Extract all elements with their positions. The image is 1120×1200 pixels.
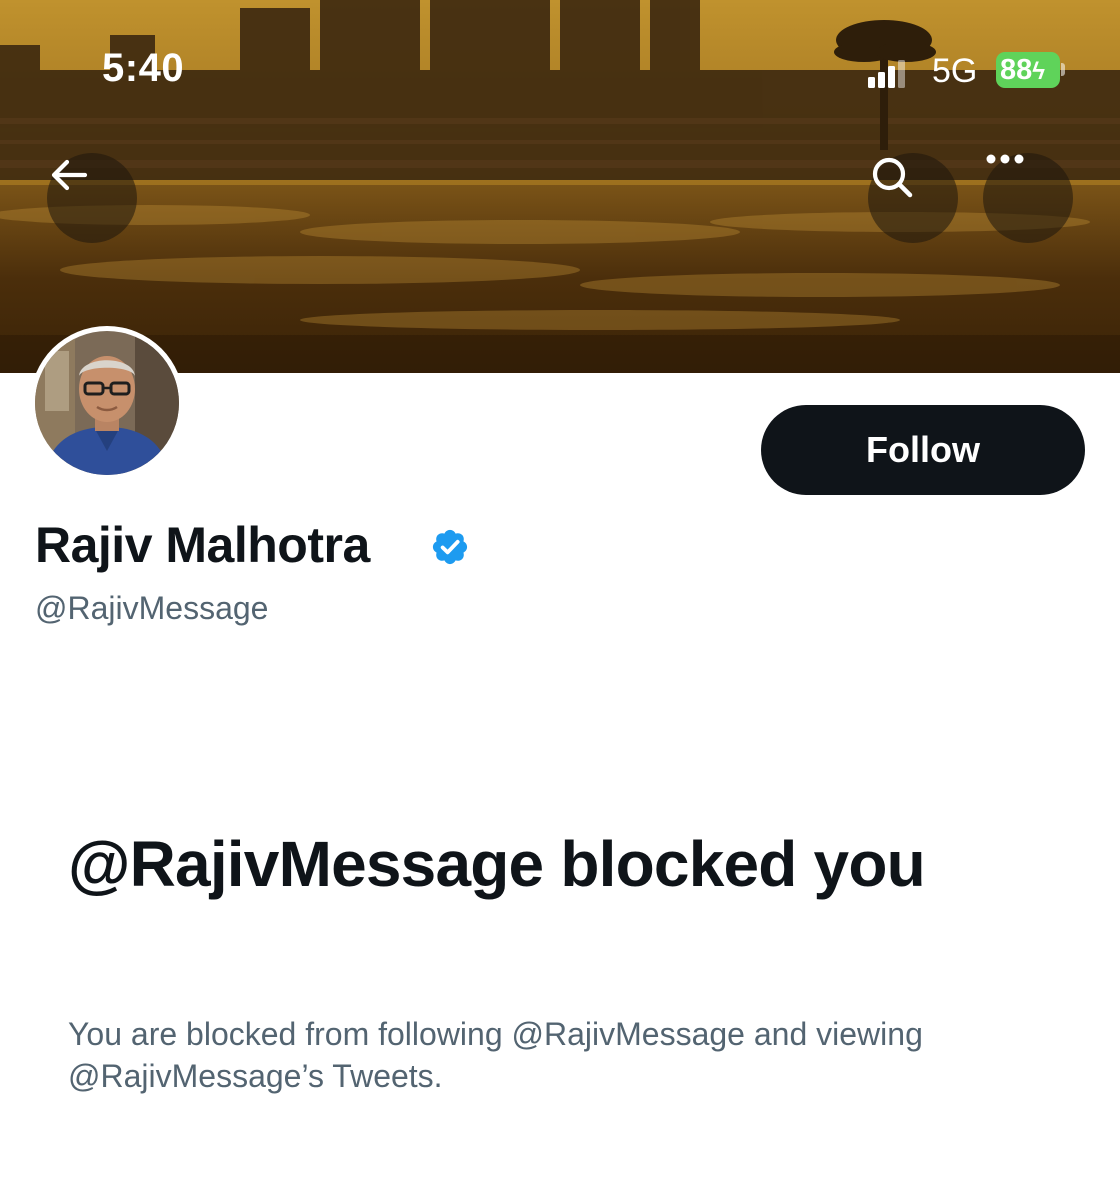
more-options-button[interactable] — [983, 153, 1073, 243]
profile-display-name: Rajiv Malhotra — [35, 517, 370, 573]
arrow-left-icon — [51, 159, 88, 191]
back-button[interactable] — [47, 153, 137, 243]
more-horizontal-icon — [986, 154, 1024, 164]
network-type-label: 5G — [932, 52, 978, 90]
avatar-portrait-image — [35, 331, 179, 475]
battery-indicator: 88ϟ — [996, 52, 1060, 88]
verified-badge-icon[interactable] — [430, 527, 470, 567]
cellular-signal-icon — [868, 58, 908, 88]
search-icon — [872, 157, 913, 198]
charging-bolt-icon: ϟ — [1032, 58, 1045, 85]
blocked-title: @RajivMessage blocked you — [68, 828, 926, 900]
follow-button[interactable]: Follow — [761, 405, 1085, 495]
status-time: 5:40 — [102, 46, 185, 90]
profile-handle: @RajivMessage — [35, 590, 269, 626]
blocked-description: You are blocked from following @RajivMes… — [68, 1016, 923, 1094]
search-button[interactable] — [868, 153, 958, 243]
profile-avatar[interactable] — [30, 326, 184, 480]
avatar-photo — [35, 331, 179, 475]
battery-cap — [1061, 63, 1065, 76]
battery-level-text: 88 — [1000, 54, 1033, 86]
profile-screen: 5:40 5G 88ϟ Follow Rajiv Malhotra @Rajiv… — [0, 0, 1120, 1200]
profile-banner-image: 5:40 5G 88ϟ — [0, 0, 1120, 373]
